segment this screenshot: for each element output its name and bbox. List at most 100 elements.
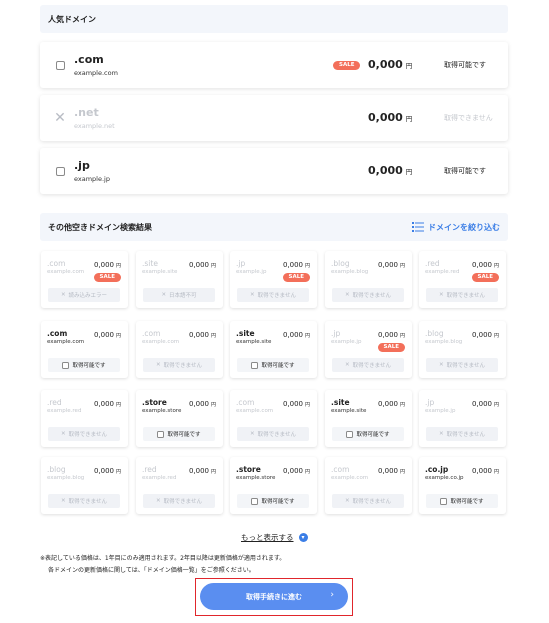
tile-price: 0,000 円 <box>471 467 499 475</box>
tile-select-button[interactable]: 取得可能です <box>48 358 120 372</box>
tile-example: example.red <box>425 269 460 275</box>
sale-badge: SALE <box>471 273 499 282</box>
tile-select-button[interactable]: 取得可能です <box>426 494 498 508</box>
domain-row-com[interactable]: .com example.com SALE 0,000 円 取得可能です <box>40 42 508 88</box>
chevron-right-icon: › <box>330 590 334 600</box>
tile-example: example.site <box>142 269 178 275</box>
tile-example: example.com <box>47 269 85 275</box>
tile-price: 0,000 円 <box>471 331 499 339</box>
tile-tld: .site <box>142 259 158 268</box>
tile-example: example.store <box>236 475 276 481</box>
x-icon: ✕ <box>156 362 161 368</box>
tile-button-label: 読み込みエラー <box>68 293 108 299</box>
domain-tile: .blog example.blog 0,000 円 ✕ 取得できません <box>419 321 506 378</box>
tile-tld: .jp <box>236 259 246 268</box>
tile-button-label: 取得可能です <box>167 432 201 438</box>
tile-button-label: 取得できません <box>68 432 107 438</box>
x-icon: ✕ <box>61 431 66 437</box>
filter-domains-button[interactable]: ドメインを絞り込む <box>412 222 500 233</box>
domain-tile[interactable]: .com example.com 0,000 円取得可能です <box>41 321 128 378</box>
tile-tld: .com <box>47 259 66 268</box>
tile-example: example.red <box>142 475 177 481</box>
tile-select-button[interactable]: 取得可能です <box>143 427 215 441</box>
section-title: 人気ドメイン <box>48 14 96 24</box>
tile-button-label: 取得できません <box>446 293 485 299</box>
x-icon: ✕ <box>439 292 444 298</box>
domain-tile: .jp example.jp 0,000 円 ✕ 取得できません <box>419 390 506 447</box>
tile-button-label: 取得できません <box>352 363 391 369</box>
tile-select-button: ✕ 取得できません <box>237 427 309 441</box>
tile-price: 0,000 円 <box>377 261 405 269</box>
domain-tile[interactable]: .site example.site 0,000 円取得可能です <box>230 321 317 378</box>
sale-badge: SALE <box>93 273 121 282</box>
tile-button-label: 取得できません <box>257 432 296 438</box>
tile-tld: .blog <box>331 259 350 268</box>
tile-select-button[interactable]: 取得可能です <box>237 358 309 372</box>
domain-example: example.net <box>74 122 115 130</box>
tile-button-label: 取得できません <box>163 363 202 369</box>
tile-select-button: ✕ 取得できません <box>143 358 215 372</box>
domain-tile: .com example.com 0,000 円 ✕ 取得できません <box>136 321 223 378</box>
show-more-link[interactable]: もっと表示する ▾ <box>241 532 308 543</box>
renewal-note: 各ドメインの更新価格に関しては、「ドメイン価格一覧」をご参照ください。 <box>48 567 255 574</box>
tile-example: example.com <box>47 339 85 345</box>
checkbox-icon <box>440 497 448 505</box>
domain-tile: .blog example.blog 0,000 円 ✕ 取得できません <box>41 457 128 514</box>
tile-example: example.blog <box>425 339 463 345</box>
other-results-header: その他空きドメイン検索結果 ドメインを絞り込む <box>40 213 508 241</box>
tile-example: example.store <box>142 408 182 414</box>
tile-price: 0,000 円 <box>471 400 499 408</box>
tile-example: example.jp <box>425 408 456 414</box>
tile-tld: .blog <box>425 329 444 338</box>
tile-example: example.co.jp <box>425 475 464 481</box>
domain-checkbox[interactable] <box>55 60 65 70</box>
tile-example: example.site <box>331 408 367 414</box>
domain-tile: .red example.red 0,000 円 ✕ 取得できません <box>136 457 223 514</box>
x-icon: ✕ <box>156 498 161 504</box>
tile-button-label: 取得可能です <box>261 363 295 369</box>
domain-tile[interactable]: .co.jp example.co.jp 0,000 円取得可能です <box>419 457 506 514</box>
domain-tile: .blog example.blog 0,000 円 ✕ 取得できません <box>325 251 412 308</box>
tile-example: example.blog <box>47 475 85 481</box>
tile-select-button[interactable]: 取得可能です <box>332 427 404 441</box>
domain-checkbox[interactable] <box>55 166 65 176</box>
proceed-button[interactable]: 取得手続きに進む › <box>200 583 348 610</box>
tile-button-label: 取得できません <box>68 499 107 505</box>
domain-tld: .com <box>74 53 104 66</box>
tile-select-button: ✕ 読み込みエラー <box>48 288 120 302</box>
tile-select-button: ✕ 取得できません <box>426 358 498 372</box>
tile-select-button: ✕ 取得できません <box>332 494 404 508</box>
price-note: ※表記している価格は、1年目にのみ適用されます。2年目以降は更新価格が適用されま… <box>40 555 286 562</box>
tile-button-label: 取得可能です <box>356 432 390 438</box>
tile-price: 0,000 円 <box>377 331 405 339</box>
domain-price: 0,000 円 <box>368 111 413 124</box>
tile-example: example.com <box>331 475 369 481</box>
sale-badge: SALE <box>377 343 405 352</box>
sale-badge: SALE <box>333 61 361 70</box>
tile-tld: .com <box>331 465 350 474</box>
tile-price: 0,000 円 <box>377 467 405 475</box>
x-icon: ✕ <box>61 498 66 504</box>
section-title: その他空きドメイン検索結果 <box>48 222 152 232</box>
tile-button-label: 取得できません <box>352 293 391 299</box>
domain-tile[interactable]: .store example.store 0,000 円取得可能です <box>136 390 223 447</box>
tile-select-button[interactable]: 取得可能です <box>237 494 309 508</box>
domain-tld: .net <box>74 106 99 119</box>
domain-example: example.com <box>74 69 118 77</box>
tile-select-button: ✕ 取得できません <box>332 288 404 302</box>
tile-tld: .com <box>47 329 68 338</box>
checkbox-icon <box>157 430 165 438</box>
tile-select-button: ✕ 日本語不可 <box>143 288 215 302</box>
x-icon: ✕ <box>250 292 255 298</box>
domain-example: example.jp <box>74 175 110 183</box>
domain-price: 0,000 円 <box>368 58 413 71</box>
domain-tile: .com example.com 0,000 円 ✕ 取得できません <box>325 457 412 514</box>
tile-button-label: 取得できません <box>257 293 296 299</box>
x-icon: ✕ <box>60 292 66 298</box>
tile-price: 0,000 円 <box>282 400 310 408</box>
tile-button-label: 取得できません <box>446 363 485 369</box>
domain-tile[interactable]: .site example.site 0,000 円取得可能です <box>325 390 412 447</box>
domain-row-jp[interactable]: .jp example.jp 0,000 円 取得可能です <box>40 148 508 194</box>
domain-tile[interactable]: .store example.store 0,000 円取得可能です <box>230 457 317 514</box>
popular-domains-header: 人気ドメイン <box>40 5 508 33</box>
